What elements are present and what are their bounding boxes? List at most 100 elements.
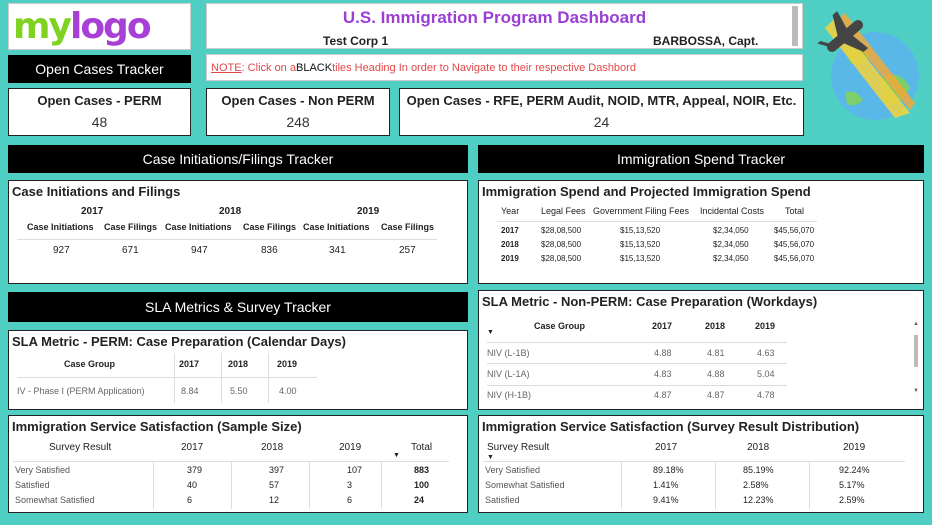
table-cell: 4.87 [654,390,672,400]
navigation-note: NOTE : Click on a BLACK tiles Heading In… [206,54,803,81]
year-header: 2019 [357,206,380,217]
column-header: Survey Result [487,442,550,453]
table-cell: $45,56,070 [774,240,815,249]
table-cell: 92.24% [839,465,870,475]
year-header: 2017 [81,206,104,217]
immigration-spend-tracker-tile[interactable]: Immigration Spend Tracker [478,145,924,173]
table-cell: $28,08,500 [541,254,582,263]
header-scrollbar[interactable] [792,6,798,46]
table-cell: 6 [187,495,193,505]
table-cell: 4.63 [757,348,775,358]
column-header: Case Initiations [165,222,232,232]
column-header: 2018 [747,442,770,453]
company-name: Test Corp 1 [323,34,389,48]
sort-icon[interactable]: ▼ [487,454,494,461]
sla-non-perm-scrollbar[interactable] [914,335,918,367]
table-cell: 5.17% [839,480,865,490]
panel-title: Immigration Service Satisfaction (Sample… [12,419,302,434]
dashboard-header: U.S. Immigration Program Dashboard Test … [206,3,803,49]
table-cell: Very Satisfied [15,465,71,475]
table-cell: $2,34,050 [713,240,749,249]
table-cell: Satisfied [15,480,50,490]
logo-my: my [13,6,72,47]
table-cell: 4.88 [654,348,672,358]
column-header: 2019 [755,321,776,331]
table-cell: $15,13,520 [620,240,661,249]
table-cell: 2.58% [743,480,769,490]
page-title: U.S. Immigration Program Dashboard [342,8,647,27]
table-cell: Somewhat Satisfied [15,495,95,505]
panel-title: Case Initiations and Filings [12,184,181,199]
table-cell: 1.41% [653,480,679,490]
panel-title: SLA Metric - PERM: Case Preparation (Cal… [12,334,346,349]
note-text-2: tiles Heading In order to Navigate to th… [332,61,636,74]
table-cell: $2,34,050 [713,254,749,263]
column-header: 2017 [181,442,204,453]
kpi-open-cases-non-perm: Open Cases - Non PERM 248 [206,88,390,136]
column-header: Case Filings [381,222,435,232]
sort-icon[interactable]: ▼ [393,452,400,459]
table-cell: 12 [269,495,280,505]
table-cell: 4.78 [757,390,775,400]
table-cell: 100 [414,480,430,490]
kpi-label: Open Cases - RFE, PERM Audit, NOID, MTR,… [406,93,797,108]
table-cell: $2,34,050 [713,226,749,235]
panel-title: Immigration Spend and Projected Immigrat… [482,184,811,199]
table-cell: 57 [269,480,280,490]
table-cell: $45,56,070 [774,254,815,263]
table-cell: 947 [191,245,208,256]
satisfaction-sample-panel: Immigration Service Satisfaction (Sample… [8,415,468,513]
table-cell: IV - Phase I (PERM Application) [17,386,145,396]
table-cell: 4.83 [654,369,672,379]
immigration-spend-panel: Immigration Spend and Projected Immigrat… [478,180,924,284]
column-header: 2017 [655,442,678,453]
column-header: 2017 [652,321,673,331]
table-cell: 2.59% [839,495,865,505]
satisfaction-distribution-panel: Immigration Service Satisfaction (Survey… [478,415,924,513]
table-cell: 341 [329,245,346,256]
table-cell: 379 [187,465,203,475]
table-cell: 5.50 [230,386,248,396]
column-header: 2019 [277,359,298,369]
open-cases-tracker-tile[interactable]: Open Cases Tracker [8,55,191,83]
kpi-value: 48 [91,114,108,130]
table-cell: $28,08,500 [541,240,582,249]
column-header: 2017 [179,359,200,369]
table-cell: 24 [414,495,425,505]
table-cell: $28,08,500 [541,226,582,235]
kpi-open-cases-perm: Open Cases - PERM 48 [8,88,191,136]
column-header: Total [411,442,433,453]
table-cell: 257 [399,245,416,256]
column-header: Case Group [64,359,116,369]
table-cell: 4.88 [707,369,725,379]
table-cell: 4.87 [707,390,725,400]
table-cell: Very Satisfied [485,465,541,475]
case-initiations-tracker-tile[interactable]: Case Initiations/Filings Tracker [8,145,468,173]
table-cell: 2018 [501,240,519,249]
column-header: Survey Result [49,442,112,453]
table-cell: $45,56,070 [774,226,815,235]
table-cell: 671 [122,245,139,256]
table-cell: 6 [347,495,353,505]
column-header: 2019 [843,442,866,453]
airplane-globe-icon [815,8,925,123]
column-header: 2018 [261,442,284,453]
column-header: Case Group [534,321,586,331]
logo: my logo [8,3,191,50]
kpi-label: Open Cases - Non PERM [221,93,375,108]
sla-metrics-tracker-tile[interactable]: SLA Metrics & Survey Tracker [8,292,468,322]
note-prefix: NOTE [211,61,242,74]
table-cell: 5.04 [757,369,775,379]
year-header: 2018 [219,206,242,217]
kpi-value: 24 [593,114,610,130]
table-cell: $15,13,520 [620,254,661,263]
table-cell: 8.84 [181,386,199,396]
table-cell: 107 [347,465,363,475]
table-cell: 3 [347,480,353,490]
column-header: Total [785,206,805,216]
scroll-down-icon[interactable]: ▼ [913,388,919,394]
scroll-up-icon[interactable]: ▲ [913,321,919,327]
column-header: 2019 [339,442,362,453]
sort-icon[interactable]: ▼ [487,329,494,336]
table-cell: 883 [414,465,430,475]
